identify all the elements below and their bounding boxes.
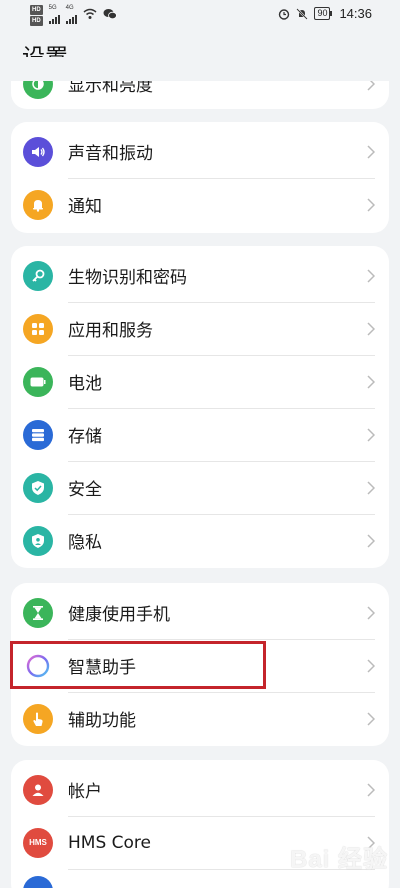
privacy-icon [23, 525, 53, 556]
partial-icon [23, 876, 53, 888]
chevron-right-icon [367, 427, 375, 442]
hms-icon: HMS [23, 827, 53, 858]
sound-icon [23, 136, 53, 167]
settings-item-accessibility[interactable]: 辅助功能 [11, 692, 389, 745]
mute-bell-icon [296, 7, 309, 20]
apps-icon [23, 313, 53, 344]
settings-item-label: 通知 [68, 197, 102, 217]
signal-icon [48, 12, 60, 24]
chevron-right-icon [367, 374, 375, 389]
network-type: 5G [48, 5, 57, 11]
shield-icon [23, 472, 53, 503]
settings-item-label: 帐户 [68, 782, 102, 802]
settings-item-label: 辅助功能 [68, 711, 136, 731]
settings-item-label: 存储 [68, 427, 102, 447]
network-type: 4G [65, 5, 74, 11]
bell-icon [23, 189, 53, 220]
chevron-right-icon [367, 197, 375, 212]
hand-icon [23, 703, 53, 734]
settings-item-label: 声音和振动 [68, 144, 153, 164]
chevron-right-icon [367, 480, 375, 495]
settings-item-label: 安全 [68, 480, 102, 500]
settings-item-label: 健康使用手机 [68, 605, 170, 625]
chevron-right-icon [367, 533, 375, 548]
chevron-right-icon [367, 605, 375, 620]
storage-icon [23, 419, 53, 450]
settings-item-label: 应用和服务 [68, 321, 153, 341]
signal-icon [65, 12, 77, 24]
settings-item-biometrics[interactable]: 生物识别和密码 [11, 249, 389, 302]
chevron-right-icon [367, 782, 375, 797]
battery-level: 90 [314, 7, 333, 20]
battery-icon [23, 366, 53, 397]
alarm-icon [279, 8, 290, 20]
settings-item-security[interactable]: 安全 [11, 461, 389, 514]
watermark: Bai 经验 [289, 846, 388, 873]
chevron-right-icon [367, 711, 375, 726]
key-icon [23, 260, 53, 291]
settings-item-digital-balance[interactable]: 健康使用手机 [11, 586, 389, 639]
hourglass-icon [23, 597, 53, 628]
settings-card-sound: 声音和振动 通知 [11, 122, 389, 233]
settings-item-sound[interactable]: 声音和振动 [11, 125, 389, 178]
highlight-annotation [10, 641, 266, 689]
settings-item-storage[interactable]: 存储 [11, 408, 389, 461]
chevron-right-icon [367, 144, 375, 159]
settings-item-label: HMS Core [68, 832, 151, 853]
settings-item-notifications[interactable]: 通知 [11, 178, 389, 231]
settings-card-security: 生物识别和密码 应用和服务 电池 存储 安全 隐私 [11, 246, 389, 568]
clock: 14:36 [339, 6, 372, 21]
settings-item-label: 隐私 [68, 533, 102, 553]
settings-item-account[interactable]: 帐户 [11, 763, 389, 816]
account-icon [23, 774, 53, 805]
settings-item-apps[interactable]: 应用和服务 [11, 302, 389, 355]
hd-badge: HD [30, 16, 43, 26]
chevron-right-icon [367, 268, 375, 283]
settings-item-label: 生物识别和密码 [68, 268, 187, 288]
settings-item-battery[interactable]: 电池 [11, 355, 389, 408]
settings-item-label: 电池 [68, 374, 102, 394]
wechat-icon [103, 9, 117, 20]
hd-badge: HD [30, 5, 43, 15]
chevron-right-icon [367, 658, 375, 673]
settings-item-privacy[interactable]: 隐私 [11, 514, 389, 567]
settings-card-display: 显示和亮度 [11, 57, 389, 109]
status-bar: HD HD 5G 4G 90 14:36 [0, 0, 400, 30]
chevron-right-icon [367, 321, 375, 336]
wifi-icon [83, 8, 97, 19]
hms-badge-text: HMS [29, 838, 47, 847]
